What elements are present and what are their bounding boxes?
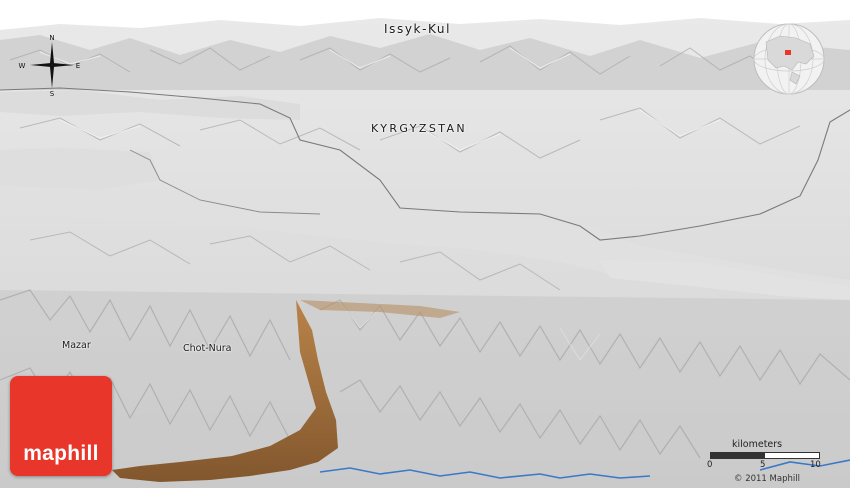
- lake-label: Issyk-Kul: [384, 22, 452, 36]
- logo-text: maphill: [23, 442, 99, 465]
- compass-north-label: N: [49, 34, 54, 42]
- compass-west-label: W: [19, 62, 26, 70]
- locator-globe-icon: [753, 23, 825, 95]
- town-label-mazar: Mazar: [62, 340, 91, 351]
- scale-tick-0: 0: [707, 460, 713, 470]
- scale-tick-5: 5: [760, 460, 766, 470]
- scale-bar: kilometers 0 5 10: [700, 438, 830, 470]
- scale-tick-10: 10: [810, 460, 821, 470]
- scale-bar-segment: [711, 453, 765, 458]
- scale-title: kilometers: [732, 439, 783, 450]
- map-view[interactable]: Issyk-Kul KYRGYZSTAN Mazar Chot-Nura N S…: [0, 0, 850, 488]
- country-label: KYRGYZSTAN: [371, 122, 468, 135]
- shaded-relief-terrain: [0, 0, 850, 488]
- compass-east-label: E: [76, 62, 80, 70]
- maphill-logo[interactable]: maphill: [10, 376, 112, 476]
- compass-south-label: S: [50, 90, 55, 98]
- copyright-notice: © 2011 Maphill: [734, 474, 800, 484]
- scale-bar-graphic: [710, 452, 820, 459]
- town-label-chot-nura: Chot-Nura: [183, 343, 232, 354]
- compass-rose-icon: N S E W: [19, 34, 81, 98]
